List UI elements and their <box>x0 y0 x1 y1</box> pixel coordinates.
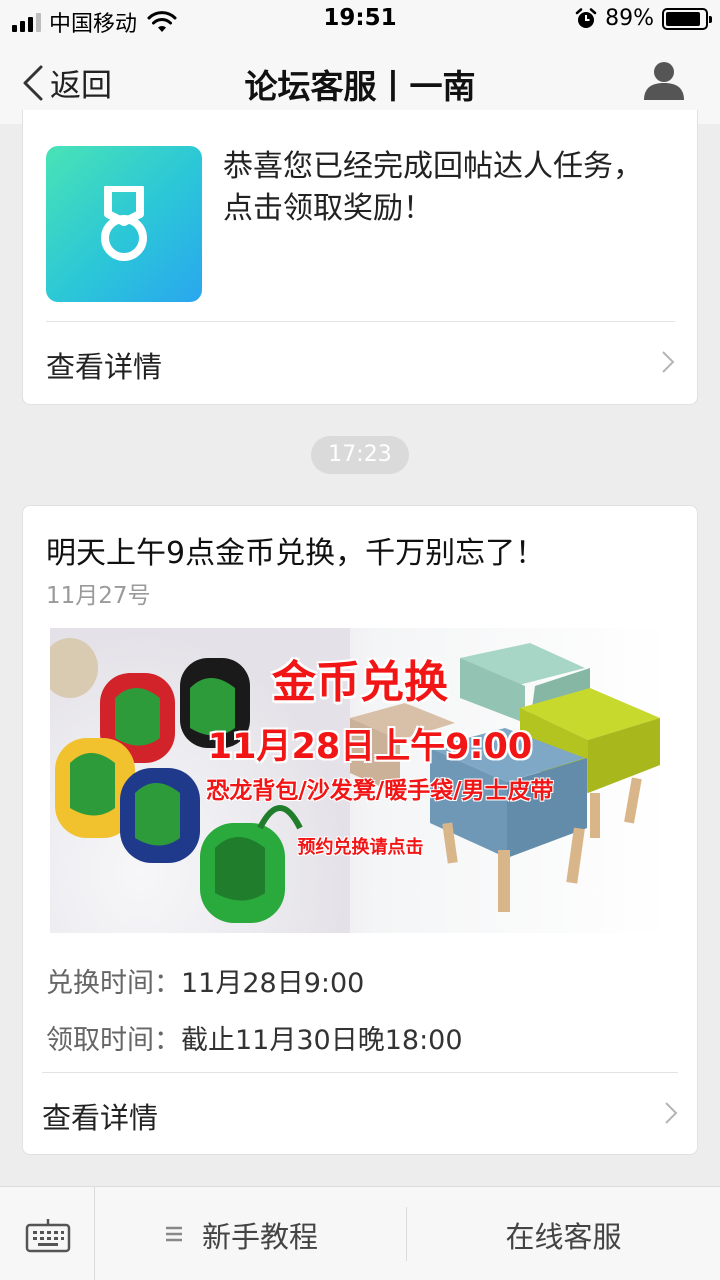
exchange-time-label: 兑换时间： <box>46 968 181 999</box>
medal-icon <box>101 186 147 261</box>
promo-products: 恐龙背包/沙发凳/暖手袋/男士皮带 <box>206 778 554 804</box>
alarm-icon <box>575 7 597 28</box>
exchange-time-row: 兑换时间：11月28日9:00 <box>46 961 364 1000</box>
menu-icon <box>166 1226 182 1242</box>
back-label: 返回 <box>50 68 112 104</box>
keyboard-icon <box>25 1219 71 1253</box>
menu-service-label: 在线客服 <box>505 1220 622 1254</box>
keyboard-toggle-button[interactable] <box>0 1187 95 1280</box>
card-date: 11月27号 <box>46 583 151 609</box>
medal-tile <box>46 146 202 302</box>
coin-exchange-card: 明天上午9点金币兑换，千万别忘了！ 11月27号 金币兑换 11月28日上午9:… <box>22 505 698 1155</box>
promo-cta: 预约兑换请点击 <box>297 837 424 858</box>
menu-online-service[interactable]: 在线客服 <box>407 1187 720 1280</box>
promo-banner[interactable]: 金币兑换 11月28日上午9:00 恐龙背包/沙发凳/暖手袋/男士皮带 预约兑换… <box>50 628 672 933</box>
task-message: 恭喜您已经完成回帖达人任务，点击领取奖励！ <box>223 149 643 226</box>
view-details-label: 查看详情 <box>46 350 163 384</box>
battery-level <box>666 11 700 26</box>
view-details-label: 查看详情 <box>42 1101 159 1135</box>
chevron-left-icon <box>23 65 43 100</box>
claim-time-row: 领取时间：截止11月30日晚18:00 <box>46 1018 463 1057</box>
task-reward-card: 恭喜您已经完成回帖达人任务，点击领取奖励！ 查看详情 <box>22 110 698 405</box>
claim-time-value: 截止11月30日晚18:00 <box>181 1025 463 1056</box>
chevron-right-icon <box>665 1102 678 1124</box>
battery-icon <box>662 7 712 30</box>
chevron-right-icon <box>662 351 675 373</box>
claim-time-label: 领取时间： <box>46 1025 181 1056</box>
exchange-time-value: 11月28日9:00 <box>181 968 365 999</box>
page-title: 论坛客服丨一南 <box>244 67 476 106</box>
view-details-link[interactable]: 查看详情 <box>46 322 675 402</box>
card-title: 明天上午9点金币兑换，千万别忘了！ <box>46 536 546 571</box>
status-right: 89% <box>575 6 712 31</box>
status-bar: 中国移动 19:51 89% <box>0 0 720 40</box>
back-button[interactable]: 返回 <box>22 60 112 105</box>
battery-percent: 89% <box>605 6 654 31</box>
menu-beginner-tutorial[interactable]: 新手教程 <box>96 1187 406 1280</box>
view-details-link[interactable]: 查看详情 <box>42 1073 678 1153</box>
menu-beginner-label: 新手教程 <box>202 1220 319 1254</box>
promo-date: 11月28日上午9:00 <box>207 727 533 767</box>
promo-headline: 金币兑换 <box>272 657 448 708</box>
profile-icon[interactable] <box>642 58 686 102</box>
message-timestamp: 17:23 <box>311 436 409 474</box>
bottom-menu-bar: 新手教程 在线客服 <box>0 1186 720 1280</box>
